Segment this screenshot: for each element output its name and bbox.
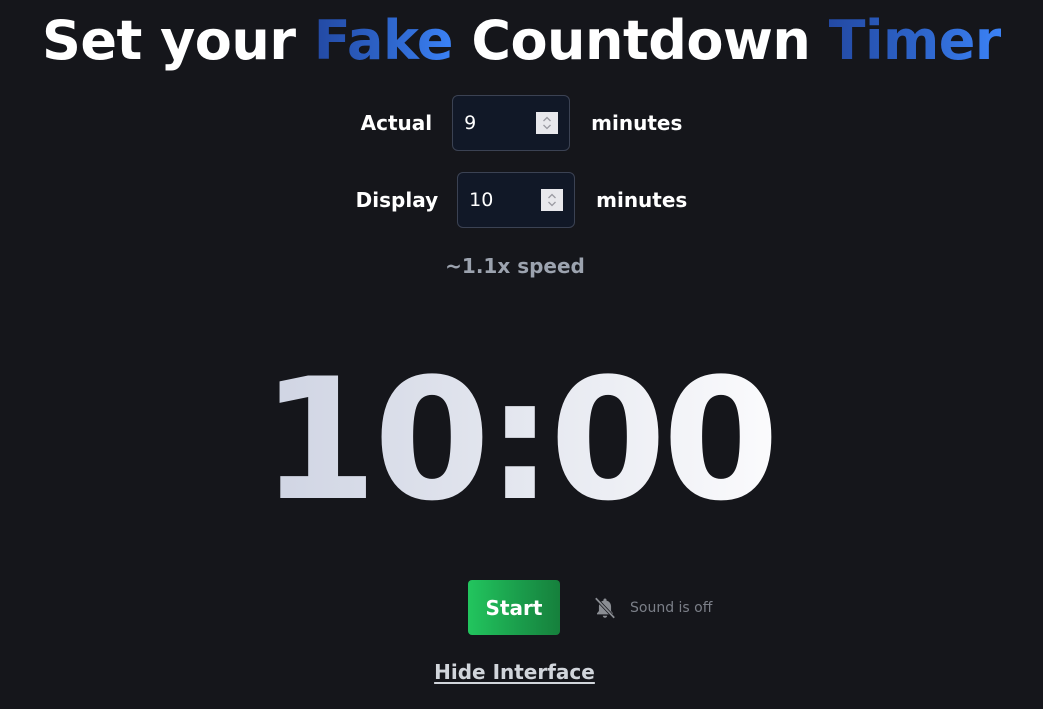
start-button[interactable]: Start (468, 580, 560, 635)
timer-controls: Start Sound is off (468, 580, 712, 635)
display-unit-label: minutes (596, 188, 688, 212)
actual-minutes-spinner[interactable] (536, 112, 559, 134)
display-minutes-row: Display 10 minutes (0, 172, 1043, 228)
hide-interface-link[interactable]: Hide Interface (434, 660, 595, 684)
sound-status-label: Sound is off (630, 599, 713, 616)
title-part-set-your: Set your (41, 9, 314, 72)
page: Set your Fake Countdown Timer Actual 9 m… (0, 0, 1043, 709)
title-part-countdown: Countdown (453, 9, 829, 72)
countdown-display: 10:00 (0, 350, 1036, 530)
actual-label: Actual (360, 111, 433, 135)
countdown-value: 10:00 (260, 342, 780, 538)
actual-minutes-value[interactable]: 9 (464, 112, 536, 134)
display-minutes-spinner[interactable] (541, 189, 564, 211)
hide-interface-container: Hide Interface (0, 660, 1029, 684)
actual-unit-label: minutes (591, 111, 683, 135)
display-minutes-input[interactable]: 10 (457, 172, 576, 228)
spinner-up-down-icon (548, 193, 557, 207)
title-part-fake: Fake (313, 9, 454, 72)
page-title: Set your Fake Countdown Timer (0, 6, 1043, 76)
title-part-timer: Timer (828, 9, 1002, 72)
sound-toggle[interactable]: Sound is off (592, 595, 712, 621)
display-minutes-value[interactable]: 10 (469, 189, 541, 211)
speed-ratio-text: ~1.1x speed (445, 254, 585, 278)
bell-slash-icon (594, 596, 616, 619)
actual-minutes-row: Actual 9 minutes (0, 95, 1043, 151)
spinner-up-down-icon (543, 116, 552, 130)
display-label: Display (355, 188, 439, 212)
actual-minutes-input[interactable]: 9 (452, 95, 571, 151)
